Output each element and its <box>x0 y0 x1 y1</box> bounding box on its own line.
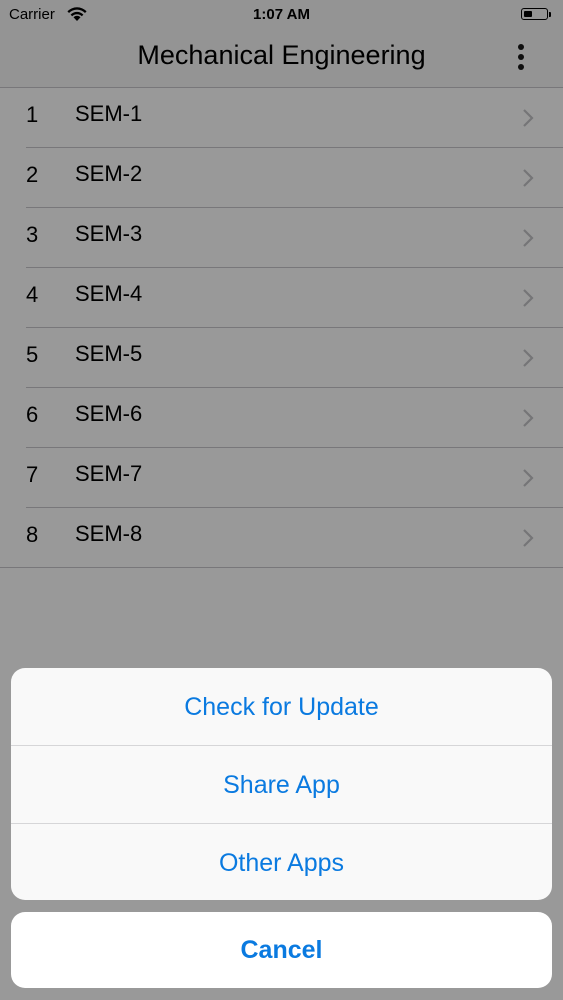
share-app-button[interactable]: Share App <box>11 745 552 823</box>
action-sheet-cancel-group: Cancel <box>11 912 552 988</box>
action-sheet: Check for Update Share App Other Apps <box>11 668 552 900</box>
other-apps-button[interactable]: Other Apps <box>11 823 552 900</box>
cancel-button[interactable]: Cancel <box>11 912 552 988</box>
check-for-update-button[interactable]: Check for Update <box>11 668 552 745</box>
